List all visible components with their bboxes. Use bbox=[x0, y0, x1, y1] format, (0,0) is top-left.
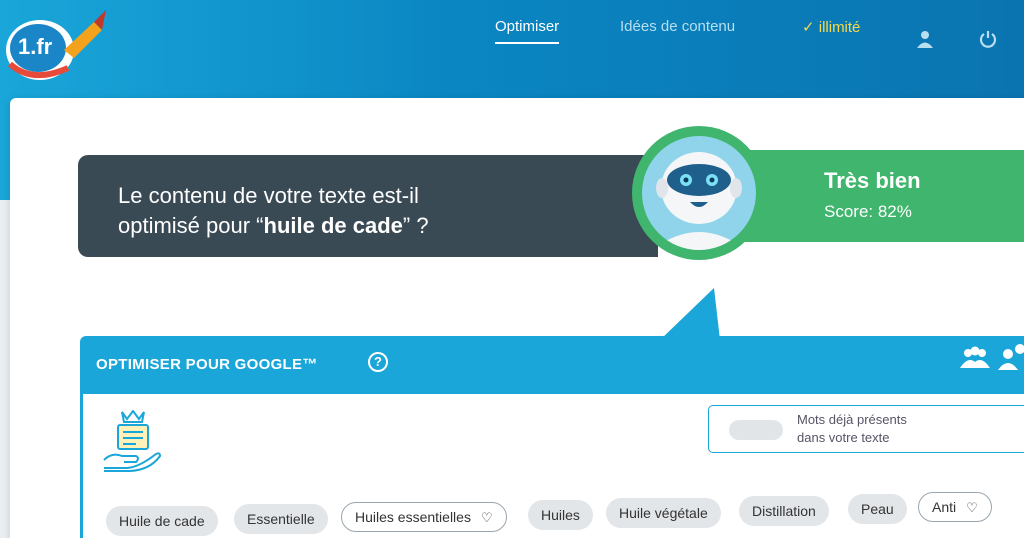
legend-box: Mots déjà présents dans votre texte bbox=[708, 405, 1024, 453]
heart-icon[interactable]: ♡ bbox=[966, 494, 978, 522]
nav-unlimited-badge[interactable]: ✓ illimité bbox=[802, 18, 860, 36]
legend-text: Mots déjà présents dans votre texte bbox=[797, 411, 907, 447]
user-icon[interactable] bbox=[916, 30, 934, 48]
tag-label: Essentielle bbox=[247, 511, 315, 527]
tag-label: Peau bbox=[861, 501, 894, 517]
keyword-tag[interactable]: Huile végétale bbox=[606, 498, 721, 528]
speech-pointer bbox=[660, 288, 720, 340]
keyword-tag[interactable]: Essentielle bbox=[234, 504, 328, 534]
nav-optimiser[interactable]: Optimiser bbox=[495, 18, 560, 44]
keyword-tag-favorite[interactable]: Anti ♡ bbox=[918, 492, 992, 522]
question-prefix: optimisé pour “ bbox=[118, 213, 264, 238]
keyword-tag[interactable]: Huiles bbox=[528, 500, 593, 530]
legend-line-2: dans votre texte bbox=[797, 430, 890, 445]
keyword-tag[interactable]: Huile de cade bbox=[106, 506, 218, 536]
main-nav: Optimiser Idées de contenu ✓ illimité bbox=[0, 18, 1024, 48]
panel-actions bbox=[960, 344, 1024, 370]
legend-line-1: Mots déjà présents bbox=[797, 412, 907, 427]
score-banner: Très bien Score: 82% bbox=[740, 150, 1024, 242]
tag-label: Huiles bbox=[541, 507, 580, 523]
panel-title: OPTIMISER POUR GOOGLE™ bbox=[96, 356, 318, 373]
robot-face-icon bbox=[652, 152, 746, 250]
help-icon[interactable]: ? bbox=[368, 352, 388, 372]
nav-idees-contenu[interactable]: Idées de contenu bbox=[620, 18, 735, 35]
tag-label: Huile végétale bbox=[619, 505, 708, 521]
robot-avatar bbox=[632, 126, 766, 260]
keyword-tag-favorite[interactable]: Huiles essentielles ♡ bbox=[341, 502, 507, 532]
question-suffix: ” ? bbox=[402, 213, 429, 238]
tag-label: Distillation bbox=[752, 503, 816, 519]
power-icon[interactable] bbox=[979, 30, 997, 48]
optimiser-panel-header: OPTIMISER POUR GOOGLE™ ? bbox=[80, 336, 1024, 394]
tag-label: Huiles essentielles bbox=[355, 509, 471, 525]
keyword-tag[interactable]: Distillation bbox=[739, 496, 829, 526]
target-keyword: huile de cade bbox=[263, 213, 403, 238]
hand-document-icon bbox=[103, 410, 162, 472]
user-help-icon[interactable] bbox=[998, 344, 1024, 370]
heart-icon[interactable]: ♡ bbox=[481, 504, 493, 532]
tag-label: Huile de cade bbox=[119, 513, 205, 529]
score-value: Score: 82% bbox=[824, 202, 912, 221]
question-line-1: Le contenu de votre texte est-il bbox=[118, 183, 419, 208]
group-users-icon[interactable] bbox=[960, 346, 990, 369]
score-rating: Très bien bbox=[824, 168, 921, 193]
question-line-2: optimisé pour “huile de cade” ? bbox=[118, 211, 658, 241]
tag-label: Anti bbox=[932, 499, 957, 515]
optimization-question: Le contenu de votre texte est-il optimis… bbox=[78, 155, 658, 257]
legend-swatch bbox=[729, 420, 783, 440]
keyword-tag[interactable]: Peau bbox=[848, 494, 907, 524]
